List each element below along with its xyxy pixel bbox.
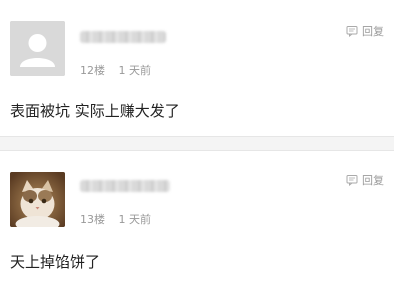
comment-text: 天上掉馅饼了 [10,253,101,271]
avatar[interactable] [10,21,65,76]
username-blurred[interactable] [80,180,170,192]
avatar[interactable] [10,172,65,227]
reply-button[interactable]: 回复 [346,23,384,39]
comment-item: 12楼 1 天前 回复 表面被坑 实际上赚大发了 [0,0,394,136]
default-avatar-icon [10,21,65,76]
reply-label: 回复 [362,174,384,187]
comment-meta: 12楼 1 天前 [80,62,161,78]
username-blurred[interactable] [80,31,166,43]
floor-number: 12楼 [80,64,105,77]
comment-text: 表面被坑 实际上赚大发了 [10,102,180,120]
floor-number: 13楼 [80,213,105,226]
reply-icon [346,175,358,186]
reply-button[interactable]: 回复 [346,172,384,188]
reply-label: 回复 [362,25,384,38]
comment-time: 1 天前 [118,64,152,77]
comment-time: 1 天前 [118,213,152,226]
cat-avatar-image [10,172,65,227]
comment-meta: 13楼 1 天前 [80,211,161,227]
reply-icon [346,26,358,37]
comment-divider [0,136,394,151]
